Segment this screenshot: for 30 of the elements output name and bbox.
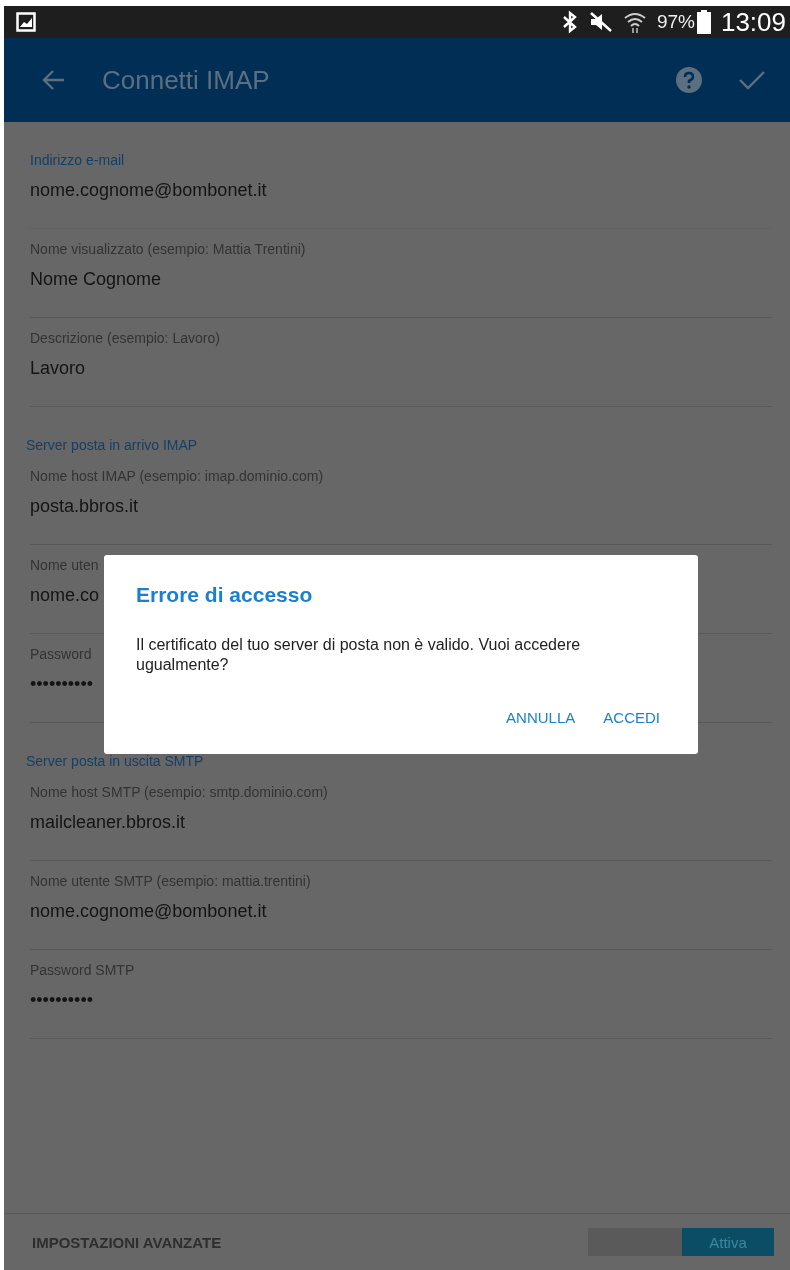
dialog-button[interactable]: ACCEDI	[595, 703, 668, 732]
field-value: posta.bbros.it	[30, 496, 139, 517]
dialog-title: Errore di accesso	[136, 583, 314, 607]
gallery-icon	[16, 12, 36, 32]
dialog-button[interactable]: ANNULLA	[498, 703, 584, 732]
section-heading: Server posta in uscita SMTP	[26, 753, 204, 769]
field-value: nome.cognome@bombonet.it	[30, 901, 267, 922]
battery-icon	[696, 10, 711, 34]
section-heading: Server posta in arrivo IMAP	[26, 437, 198, 453]
field-value: ••••••••••	[30, 674, 94, 695]
field-value: ••••••••••	[30, 990, 94, 1011]
help-icon[interactable]	[676, 67, 702, 93]
clock-time: 13:09	[720, 6, 786, 38]
checkmark-icon[interactable]	[738, 69, 766, 91]
muted-speaker-icon	[588, 11, 613, 33]
back-arrow-icon[interactable]	[42, 69, 66, 91]
toggle-thumb[interactable]: Attiva	[682, 1228, 774, 1256]
advanced-settings-label: IMPOSTAZIONI AVANZATE	[32, 1233, 223, 1251]
field-value: Nome Cognome	[30, 269, 162, 290]
input-field[interactable]: Indirizzo e-mail nome.cognome@bombonet.it	[30, 140, 772, 229]
battery-percent: 97%	[656, 11, 695, 33]
field-value: nome.cognome@bombonet.it	[30, 180, 267, 201]
screen-title: Connetti IMAP	[102, 64, 271, 96]
toggle-switch[interactable]: Attiva	[588, 1228, 774, 1256]
field-label: Indirizzo e-mail	[30, 152, 125, 168]
field-value: mailcleaner.bbros.it	[30, 812, 186, 833]
field-value: Lavoro	[30, 358, 86, 379]
dialog-message: Il certificato del tuo server di posta non è valido. Vuoi accedere ugualmente?	[136, 635, 582, 675]
wifi-icon	[622, 10, 647, 34]
field-value: nome.co	[30, 585, 100, 606]
